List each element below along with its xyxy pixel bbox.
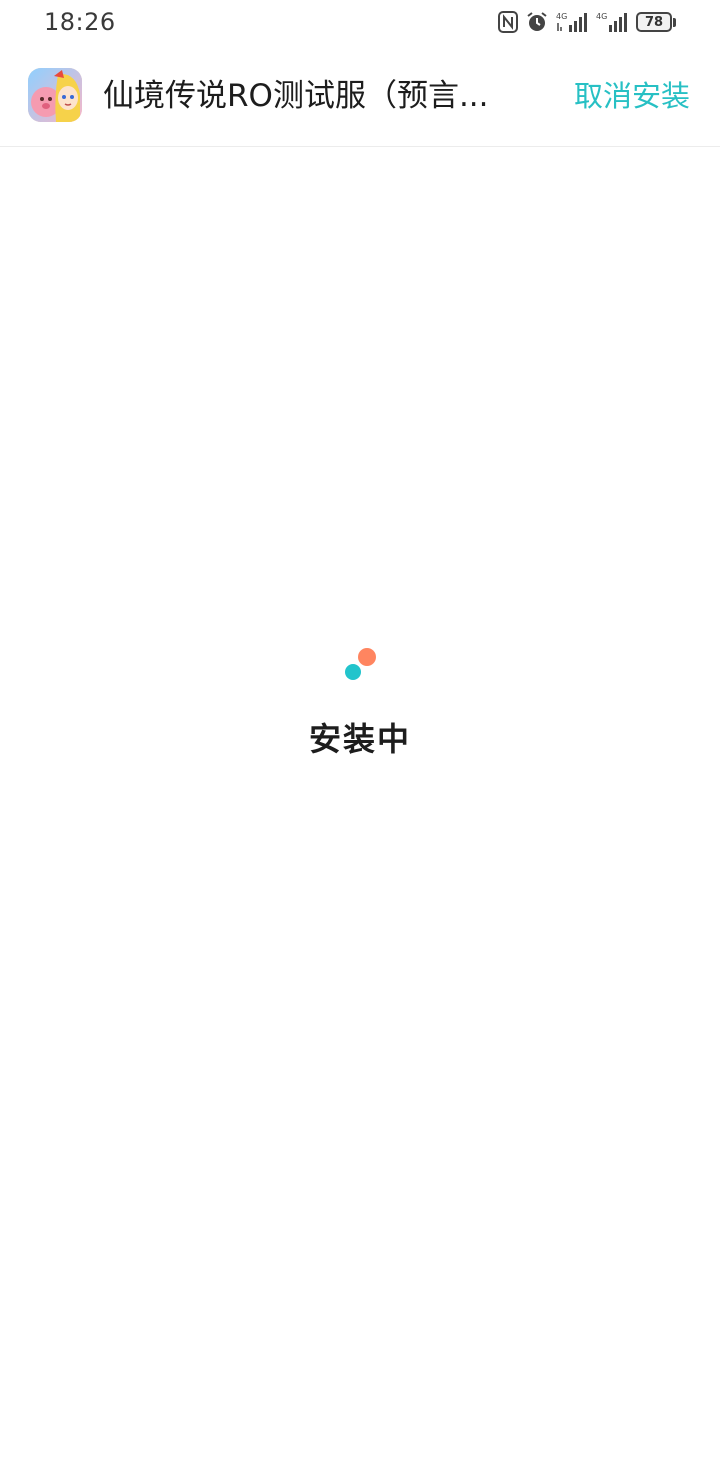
svg-text:4G: 4G	[556, 12, 567, 21]
battery-level: 78	[636, 12, 672, 32]
status-time: 18:26	[44, 8, 116, 36]
install-header: 仙境传说RO测试服（预言... 取消安装	[0, 46, 720, 147]
battery-tip	[673, 17, 676, 27]
install-progress: 安装中	[0, 630, 720, 770]
signal-4g-icon: 4G	[596, 11, 628, 33]
loading-spinner	[338, 638, 382, 680]
install-screen: 18:26 4G 4G 78 仙境传说RO测试服（预言... 取消安装 安装中	[0, 0, 720, 1469]
installing-status-label: 安装中	[308, 720, 411, 758]
status-icons: 4G 4G 78	[498, 10, 676, 34]
cancel-install-button[interactable]: 取消安装	[574, 74, 690, 118]
svg-text:4G: 4G	[596, 12, 607, 21]
signal-4g-icon: 4G	[556, 11, 588, 33]
loading-dot-orange	[358, 648, 376, 666]
app-title: 仙境传说RO测试服（预言...	[103, 78, 489, 114]
loading-dot-teal	[345, 664, 361, 680]
battery-indicator: 78	[636, 12, 676, 32]
alarm-icon	[526, 11, 548, 33]
nfc-icon	[498, 11, 518, 33]
status-bar: 18:26 4G 4G 78	[0, 0, 720, 46]
game-character-icon	[28, 68, 82, 122]
